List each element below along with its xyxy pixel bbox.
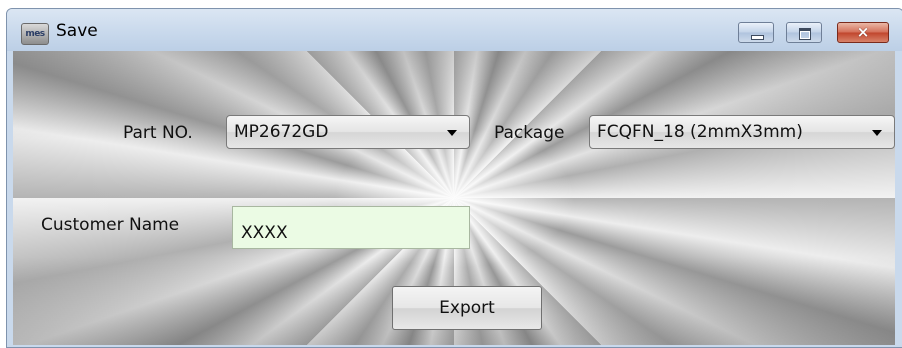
close-icon: × bbox=[856, 23, 870, 41]
package-value: FCQFN_18 (2mmX3mm) bbox=[597, 122, 803, 142]
minimize-icon bbox=[751, 35, 764, 40]
package-dropdown[interactable]: FCQFN_18 (2mmX3mm) bbox=[589, 115, 895, 149]
part-no-label: Part NO. bbox=[123, 123, 193, 143]
chevron-down-icon bbox=[447, 130, 457, 136]
package-label: Package bbox=[494, 123, 565, 143]
chevron-down-icon bbox=[872, 130, 882, 136]
app-icon: mes bbox=[21, 23, 49, 45]
customer-name-input[interactable] bbox=[232, 206, 470, 249]
part-no-value: MP2672GD bbox=[234, 122, 329, 142]
minimize-button[interactable] bbox=[738, 22, 774, 43]
window-title: Save bbox=[56, 21, 98, 41]
close-button[interactable]: × bbox=[837, 22, 889, 43]
export-button[interactable]: Export bbox=[392, 286, 542, 330]
form-panel: Part NO. MP2672GD Package FCQFN_18 (2mmX… bbox=[13, 51, 895, 345]
customer-name-label: Customer Name bbox=[41, 215, 180, 235]
part-no-dropdown[interactable]: MP2672GD bbox=[226, 115, 470, 149]
maximize-icon bbox=[799, 28, 811, 40]
maximize-button[interactable] bbox=[786, 22, 822, 43]
save-window: mes Save × Part NO. MP2672GD Package FCQ… bbox=[6, 8, 902, 348]
title-bar[interactable]: mes Save × bbox=[7, 9, 902, 51]
